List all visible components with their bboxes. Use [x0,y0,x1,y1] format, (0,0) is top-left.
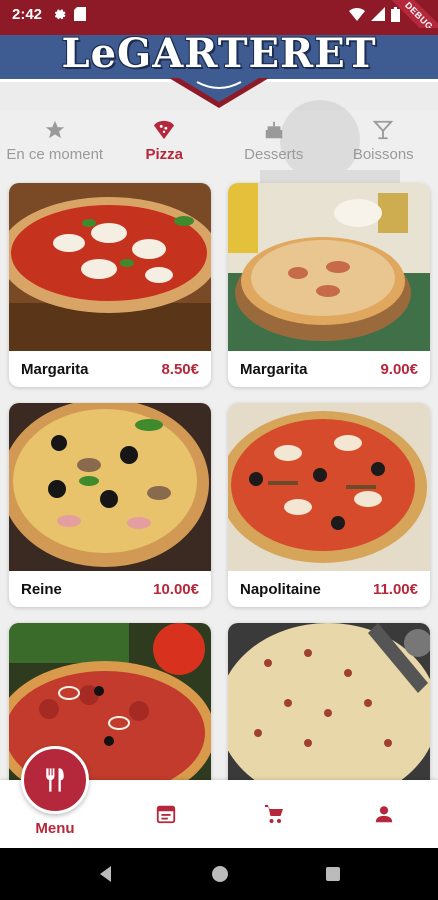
tab-label: En ce moment [6,146,104,163]
product-name: Margarita [240,360,308,378]
home-icon[interactable] [211,865,229,883]
cocktail-glass-icon [371,118,395,142]
product-info: Napolitaine 11.00€ [228,571,430,607]
tab-desserts[interactable]: Desserts [219,114,329,168]
star-icon [43,118,67,142]
product-info: Margarita 9.00€ [228,351,430,387]
pizza-margarita-2-photo [228,183,430,351]
product-name: Reine [21,580,62,598]
pizza-slice-icon [152,118,176,142]
menu-button[interactable] [21,746,89,814]
cart-icon [265,805,283,823]
battery-icon [391,6,400,22]
product-card-margarita[interactable]: Margarita 8.50€ [9,183,211,387]
tab-label: Desserts [244,146,304,163]
person-icon [375,806,393,823]
brand-logo: LeGARTERET [61,30,377,77]
product-card-napolitaine[interactable]: Napolitaine 11.00€ [228,403,430,607]
status-bar: 2:42 DEBUG [0,0,438,54]
product-name: Napolitaine [240,580,321,598]
fork-knife-icon [46,768,64,792]
android-navigation-bar [0,848,438,900]
nav-profile[interactable] [358,780,410,848]
category-tabs: En ce moment Pizza Desserts Boissons [0,114,438,168]
product-card-6[interactable] [228,623,430,780]
product-card-reine[interactable]: Reine 10.00€ [9,403,211,607]
sd-card-icon [74,7,87,21]
menu-label: Menu [35,820,75,837]
status-time: 2:42 [12,5,43,23]
pizza-reine-photo [9,403,211,571]
tab-label: Pizza [145,146,183,163]
product-card-margarita-2[interactable]: Margarita 9.00€ [228,183,430,387]
tab-en-ce-moment[interactable]: En ce moment [0,114,110,168]
pizza-margarita-photo [9,183,211,351]
product-price: 11.00€ [372,580,418,598]
tab-boissons[interactable]: Boissons [329,114,438,168]
product-name: Margarita [21,360,89,378]
settings-gear-icon [54,9,66,20]
tab-pizza[interactable]: Pizza [110,114,220,168]
recents-icon[interactable] [325,866,341,882]
nav-reservation[interactable] [140,780,192,848]
signal-icon [371,7,385,21]
tab-label: Boissons [352,146,414,163]
flammekueche-photo [228,623,430,780]
pizza-napolitaine-photo [228,403,430,571]
product-info: Margarita 8.50€ [9,351,211,387]
product-price: 10.00€ [153,580,199,598]
calendar-icon [156,805,176,824]
product-price: 8.50€ [161,360,199,378]
app-screen: 2:42 DEBUG LeGARTERET En ce moment Pizza… [0,0,438,900]
product-info: Reine 10.00€ [9,571,211,607]
back-icon[interactable] [97,865,115,883]
cake-icon [262,118,286,142]
product-price: 9.00€ [380,360,418,378]
product-grid: Margarita 8.50€ Margarita 9.00€ Reine 10… [0,180,438,780]
status-icons-left [52,7,87,21]
nav-cart[interactable] [248,780,300,848]
status-icons-right [349,6,400,22]
wifi-icon [349,8,365,21]
